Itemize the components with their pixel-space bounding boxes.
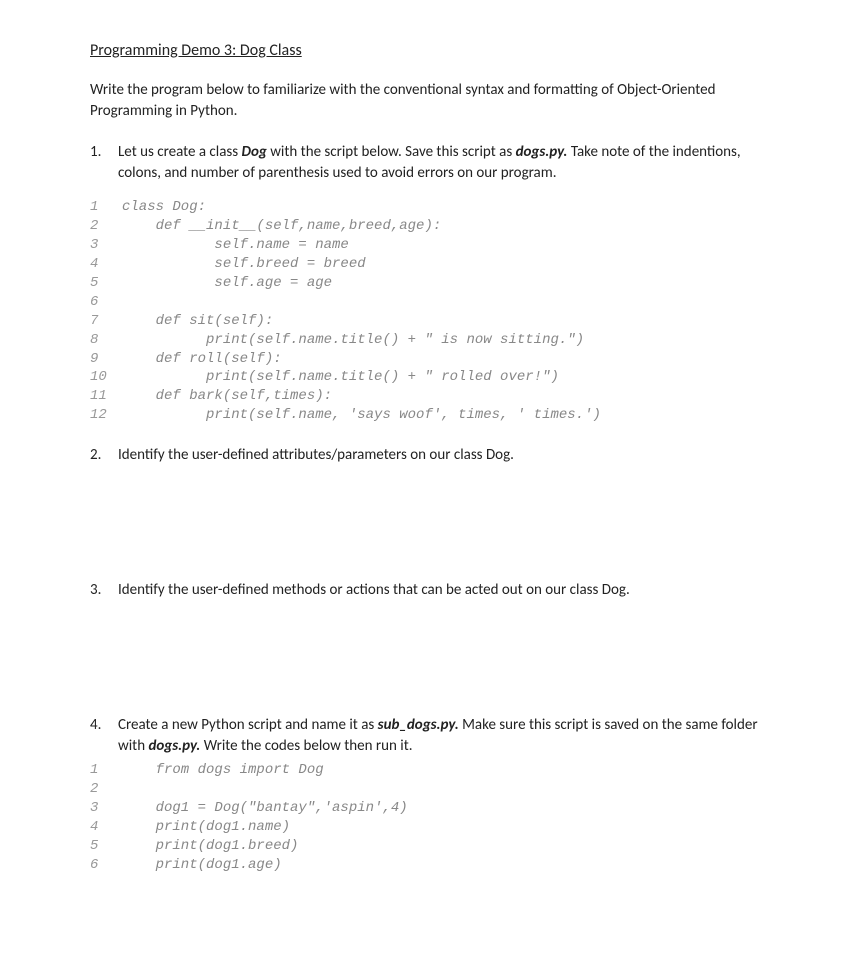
code-line: 9 def roll(self):	[90, 350, 771, 369]
line-number: 1	[90, 198, 122, 217]
code-line: 7 def sit(self):	[90, 312, 771, 331]
code-line: 5 self.age = age	[90, 274, 771, 293]
step-text: Identify the user-defined attributes/par…	[118, 445, 771, 466]
line-number: 5	[90, 837, 122, 856]
code-line: 5 print(dog1.breed)	[90, 837, 771, 856]
line-number: 6	[90, 856, 122, 875]
code-text: print(self.name, 'says woof', times, ' t…	[122, 406, 771, 425]
line-number: 12	[90, 406, 122, 425]
code-text: class Dog:	[122, 198, 771, 217]
bold-subdogs: sub_dogs.py.	[378, 716, 459, 734]
code-line: 4 self.breed = breed	[90, 255, 771, 274]
code-text: print(dog1.age)	[122, 856, 771, 875]
answer-space-2	[90, 470, 771, 580]
line-number: 3	[90, 799, 122, 818]
line-number: 10	[90, 368, 122, 387]
code-block-2: 1 from dogs import Dog 2 3 dog1 = Dog("b…	[90, 761, 771, 874]
code-line: 6 print(dog1.age)	[90, 856, 771, 875]
line-number: 2	[90, 217, 122, 236]
text: Create a new Python script and name it a…	[118, 716, 378, 734]
line-number: 1	[90, 761, 122, 780]
step-number: 3.	[90, 580, 118, 601]
line-number: 2	[90, 780, 122, 799]
code-line: 4 print(dog1.name)	[90, 818, 771, 837]
code-text: print(self.name.title() + " rolled over!…	[122, 368, 771, 387]
code-text: def __init__(self,name,breed,age):	[122, 217, 771, 236]
step-number: 2.	[90, 445, 118, 466]
line-number: 11	[90, 387, 122, 406]
code-line: 2	[90, 780, 771, 799]
code-text	[122, 780, 771, 799]
line-number: 4	[90, 818, 122, 837]
step-number: 4.	[90, 715, 118, 757]
step-text: Let us create a class Dog with the scrip…	[118, 142, 771, 184]
step-1: 1. Let us create a class Dog with the sc…	[90, 142, 771, 184]
step-text: Identify the user-defined methods or act…	[118, 580, 771, 601]
code-text: self.age = age	[122, 274, 771, 293]
code-line: 3 self.name = name	[90, 236, 771, 255]
code-text: def bark(self,times):	[122, 387, 771, 406]
code-text: def sit(self):	[122, 312, 771, 331]
bold-dogspy: dogs.py.	[516, 143, 568, 161]
code-line: 1 from dogs import Dog	[90, 761, 771, 780]
line-number: 8	[90, 331, 122, 350]
code-text: print(dog1.breed)	[122, 837, 771, 856]
code-text: from dogs import Dog	[122, 761, 771, 780]
code-text: print(self.name.title() + " is now sitti…	[122, 331, 771, 350]
text: with the script below. Save this script …	[267, 143, 516, 161]
code-text: dog1 = Dog("bantay",'aspin',4)	[122, 799, 771, 818]
step-4: 4. Create a new Python script and name i…	[90, 715, 771, 757]
code-line: 1class Dog:	[90, 198, 771, 217]
code-line: 8 print(self.name.title() + " is now sit…	[90, 331, 771, 350]
intro-text: Write the program below to familiarize w…	[90, 80, 771, 122]
text: Write the codes below then run it.	[200, 737, 412, 755]
line-number: 3	[90, 236, 122, 255]
line-number: 6	[90, 293, 122, 312]
code-line: 2 def __init__(self,name,breed,age):	[90, 217, 771, 236]
code-text: self.breed = breed	[122, 255, 771, 274]
code-line: 10 print(self.name.title() + " rolled ov…	[90, 368, 771, 387]
line-number: 7	[90, 312, 122, 331]
code-line: 6	[90, 293, 771, 312]
line-number: 5	[90, 274, 122, 293]
code-line: 3 dog1 = Dog("bantay",'aspin',4)	[90, 799, 771, 818]
code-line: 12 print(self.name, 'says woof', times, …	[90, 406, 771, 425]
step-3: 3. Identify the user-defined methods or …	[90, 580, 771, 601]
page-title: Programming Demo 3: Dog Class	[90, 40, 771, 62]
bold-dogspy2: dogs.py.	[148, 737, 200, 755]
bold-dog: Dog	[242, 143, 267, 161]
answer-space-3	[90, 605, 771, 715]
text: Let us create a class	[118, 143, 242, 161]
code-text: print(dog1.name)	[122, 818, 771, 837]
step-number: 1.	[90, 142, 118, 184]
step-text: Create a new Python script and name it a…	[118, 715, 771, 757]
code-line: 11 def bark(self,times):	[90, 387, 771, 406]
code-text: def roll(self):	[122, 350, 771, 369]
code-text	[122, 293, 771, 312]
code-text: self.name = name	[122, 236, 771, 255]
step-2: 2. Identify the user-defined attributes/…	[90, 445, 771, 466]
line-number: 4	[90, 255, 122, 274]
line-number: 9	[90, 350, 122, 369]
code-block-1: 1class Dog: 2 def __init__(self,name,bre…	[90, 198, 771, 425]
